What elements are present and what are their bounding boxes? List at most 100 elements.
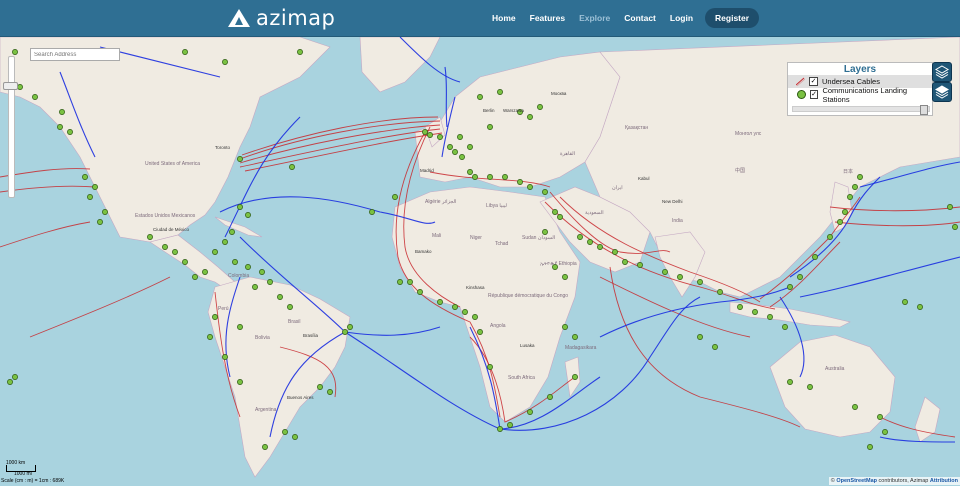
- landing-station-70: [527, 184, 533, 190]
- landing-station-45: [417, 289, 423, 295]
- landing-station-48: [462, 309, 468, 315]
- nav-features[interactable]: Features: [530, 13, 565, 23]
- landing-station-58: [562, 324, 568, 330]
- main-nav: Home Features Explore Contact Login Regi…: [492, 7, 760, 29]
- landing-station-40: [347, 324, 353, 330]
- nav-explore[interactable]: Explore: [579, 13, 610, 23]
- nav-home[interactable]: Home: [492, 13, 516, 23]
- cable-swatch-icon: [795, 77, 806, 87]
- landing-station-56: [572, 374, 578, 380]
- landing-station-104: [882, 429, 888, 435]
- label-buenos-aires: Buenos Aires: [287, 395, 314, 400]
- landing-station-11: [182, 49, 188, 55]
- scale-mi-label: 1000 mi: [14, 471, 32, 477]
- landing-station-74: [542, 229, 548, 235]
- register-button[interactable]: Register: [705, 8, 760, 28]
- landing-station-119: [162, 244, 168, 250]
- landing-station-52: [497, 426, 503, 432]
- landing-station-25: [267, 279, 273, 285]
- landing-station-101: [807, 384, 813, 390]
- nav-login[interactable]: Login: [670, 13, 693, 23]
- landing-station-24: [259, 269, 265, 275]
- landing-station-65: [467, 169, 473, 175]
- landing-station-32: [222, 354, 228, 360]
- basemap-toggle-button[interactable]: [932, 82, 952, 102]
- landing-station-34: [317, 384, 323, 390]
- landing-station-47: [452, 304, 458, 310]
- label-kinshasa: Kinshasa: [466, 285, 485, 290]
- landing-station-17: [245, 212, 251, 218]
- landing-station-60: [427, 132, 433, 138]
- label-niger: Niger: [470, 235, 482, 241]
- landing-station-19: [222, 239, 228, 245]
- landing-station-76: [587, 239, 593, 245]
- landing-station-92: [827, 234, 833, 240]
- landing-station-6: [87, 194, 93, 200]
- label-mongolia: Монгол улс: [735, 131, 762, 137]
- landing-station-105: [867, 444, 873, 450]
- landing-station-107: [917, 304, 923, 310]
- landing-station-5: [59, 109, 65, 115]
- landing-station-116: [457, 134, 463, 140]
- landing-station-44: [407, 279, 413, 285]
- scale-ratio-text: Scale (cm : m) = 1cm : 689K: [1, 478, 65, 484]
- landing-station-122: [192, 274, 198, 280]
- landing-station-31: [207, 334, 213, 340]
- attribution-link[interactable]: Attribution: [930, 478, 958, 484]
- landing-station-67: [487, 174, 493, 180]
- landing-station-3: [57, 124, 63, 130]
- landing-station-35: [327, 389, 333, 395]
- landing-station-85: [737, 304, 743, 310]
- landing-station-41: [369, 209, 375, 215]
- landing-station-37: [292, 434, 298, 440]
- landing-station-100: [787, 379, 793, 385]
- landing-station-120: [172, 249, 178, 255]
- layer-row-landing-stations[interactable]: ✓ Communications Landing Stations: [788, 85, 932, 104]
- landing-station-78: [612, 249, 618, 255]
- osm-link[interactable]: OpenStreetMap: [836, 478, 877, 484]
- landing-station-55: [547, 394, 553, 400]
- label-argentina: Argentina: [255, 407, 277, 413]
- landing-station-9: [102, 209, 108, 215]
- label-tchad: Tchad: [495, 241, 509, 247]
- label-australia: Australia: [825, 366, 845, 372]
- landing-station-7: [92, 184, 98, 190]
- label-lusaka: Lusaka: [520, 343, 535, 348]
- layers-toggle-button[interactable]: [932, 62, 952, 82]
- landing-station-71: [542, 189, 548, 195]
- label-sudan: Sudan السودان: [522, 235, 555, 241]
- landing-station-20: [212, 249, 218, 255]
- landing-station-111: [527, 114, 533, 120]
- nav-contact[interactable]: Contact: [624, 13, 656, 23]
- brand-name: azimap: [256, 6, 336, 30]
- landing-station-108: [947, 204, 953, 210]
- label-moskva: Москва: [551, 91, 567, 96]
- landing-station-66: [472, 174, 478, 180]
- label-india: India: [672, 218, 683, 224]
- landing-station-123: [7, 379, 13, 385]
- landing-stations-label: Communications Landing Stations: [822, 85, 908, 104]
- landing-station-13: [297, 49, 303, 55]
- undersea-cables-checkbox[interactable]: ✓: [809, 77, 818, 86]
- landing-station-106: [902, 299, 908, 305]
- layer-opacity-handle[interactable]: [920, 105, 928, 115]
- landing-station-29: [212, 314, 218, 320]
- map-attribution: © OpenStreetMap contributors, Azimap Att…: [828, 477, 960, 485]
- brand-logo[interactable]: azimap: [228, 6, 335, 30]
- label-mexico: Estados Unidos Mexicanos: [135, 213, 196, 219]
- label-congo: République démocratique du Congo: [488, 293, 568, 299]
- landing-station-59: [422, 129, 428, 135]
- zoom-slider-handle[interactable]: [3, 82, 18, 90]
- landing-station-2: [32, 94, 38, 100]
- label-libya: Libya ليبيا: [486, 203, 507, 209]
- search-address-input[interactable]: [30, 48, 120, 61]
- layer-opacity-slider[interactable]: [792, 105, 930, 115]
- landing-station-91: [812, 254, 818, 260]
- landing-station-99: [712, 344, 718, 350]
- landing-station-83: [697, 279, 703, 285]
- landing-stations-checkbox[interactable]: ✓: [809, 90, 819, 99]
- landing-station-103: [877, 414, 883, 420]
- landing-station-75: [577, 234, 583, 240]
- landing-station-121: [182, 259, 188, 265]
- zoom-slider-track[interactable]: [8, 56, 15, 198]
